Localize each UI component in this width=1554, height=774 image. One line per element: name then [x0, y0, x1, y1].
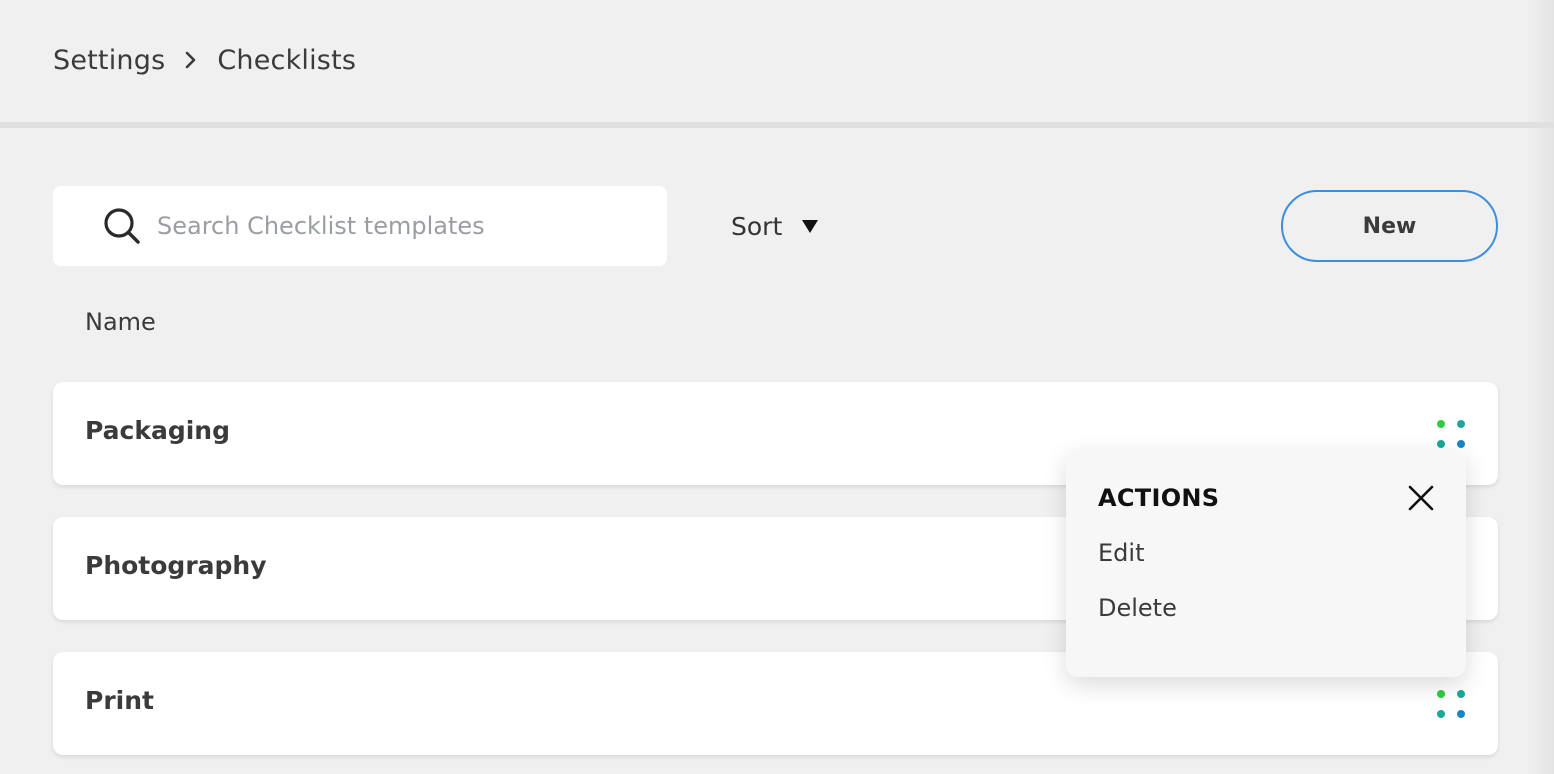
- page: Settings Checklists Sort New Name Packag…: [0, 0, 1554, 774]
- header-divider: [0, 122, 1554, 128]
- sort-label: Sort: [731, 211, 783, 241]
- chevron-right-icon: [165, 40, 217, 80]
- breadcrumb: Settings Checklists: [53, 40, 356, 80]
- dots-grid-icon[interactable]: [1433, 416, 1469, 452]
- dots-grid-icon[interactable]: [1433, 686, 1469, 722]
- search-box[interactable]: [53, 186, 667, 266]
- search-input[interactable]: [157, 206, 657, 246]
- search-icon: [101, 205, 143, 247]
- actions-title: ACTIONS: [1098, 484, 1220, 512]
- breadcrumb-checklists: Checklists: [217, 44, 357, 76]
- actions-menu: ACTIONS Edit Delete: [1066, 449, 1466, 677]
- sort-dropdown[interactable]: Sort: [731, 206, 820, 246]
- column-header-name: Name: [85, 308, 156, 336]
- page-header: Settings Checklists: [0, 0, 1554, 122]
- edit-menu-item[interactable]: Edit: [1098, 539, 1144, 567]
- delete-menu-item[interactable]: Delete: [1098, 594, 1177, 622]
- row-label: Photography: [85, 551, 267, 580]
- row-label: Packaging: [85, 416, 230, 445]
- row-label: Print: [85, 686, 154, 715]
- caret-down-icon: [800, 216, 820, 236]
- close-icon[interactable]: [1406, 483, 1436, 513]
- breadcrumb-settings[interactable]: Settings: [53, 45, 165, 76]
- new-button[interactable]: New: [1281, 190, 1498, 262]
